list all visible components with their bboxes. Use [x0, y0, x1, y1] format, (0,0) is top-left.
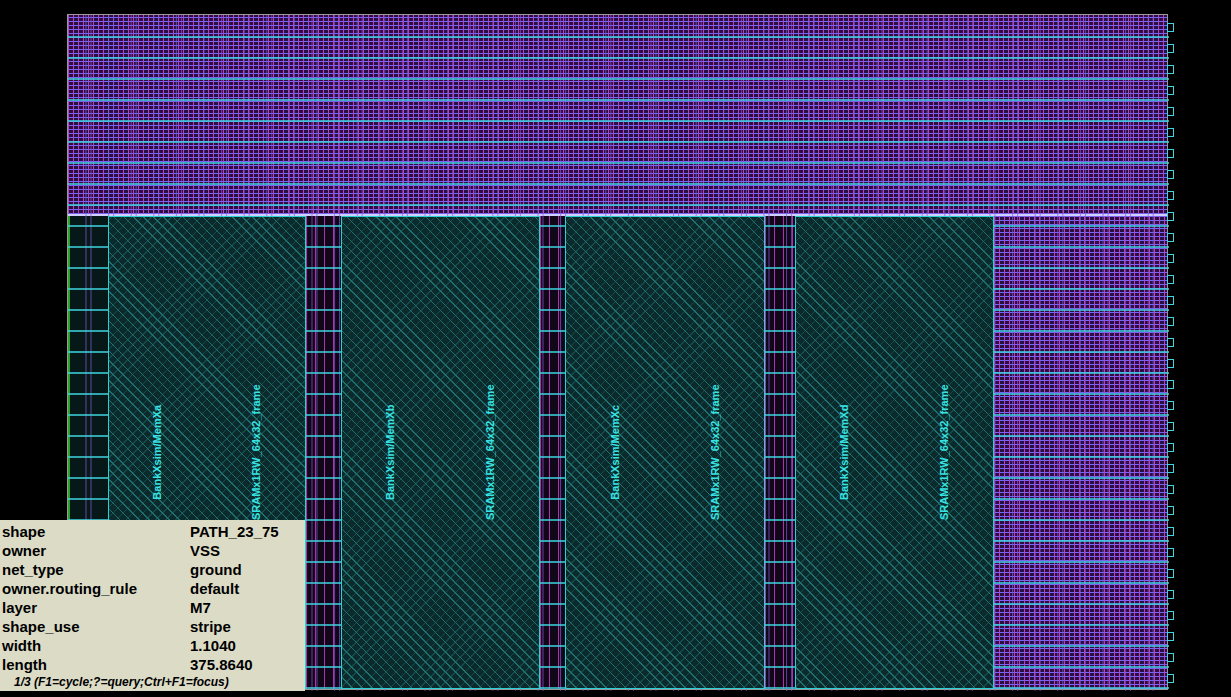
io-pin[interactable]	[1167, 632, 1174, 641]
property-value: 375.8640	[190, 655, 305, 674]
inspector-row: ownerVSS	[0, 541, 305, 560]
property-value: stripe	[190, 617, 305, 636]
inspector-footer: 1/3 (F1=cycle;?=query;Ctrl+F1=focus)	[0, 674, 305, 690]
io-pin[interactable]	[1167, 212, 1174, 221]
inspector-row: net_typeground	[0, 560, 305, 579]
io-pin[interactable]	[1167, 275, 1174, 284]
sram-macro[interactable]: BankXsim/MemXd SRAMx1RW_64x32_frame	[795, 216, 995, 689]
io-pin[interactable]	[1167, 128, 1174, 137]
io-pin[interactable]	[1167, 359, 1174, 368]
property-value: PATH_23_75	[190, 522, 305, 541]
property-value: VSS	[190, 541, 305, 560]
property-value: 1.1040	[190, 636, 305, 655]
macro-label: BankXsim/MemXb	[383, 405, 400, 500]
io-pin[interactable]	[1167, 590, 1174, 599]
io-pin[interactable]	[1167, 44, 1174, 53]
inspector-row: shape_usestripe	[0, 617, 305, 636]
io-pin[interactable]	[1167, 86, 1174, 95]
property-key: net_type	[0, 560, 190, 579]
sram-macro[interactable]: BankXsim/MemXb SRAMx1RW_64x32_frame	[341, 216, 541, 689]
channel-strip	[765, 216, 795, 689]
property-key: shape	[0, 522, 190, 541]
io-pin[interactable]	[1167, 464, 1174, 473]
standard-cell-region[interactable]	[994, 216, 1167, 689]
inspector-row: owner.routing_ruledefault	[0, 579, 305, 598]
io-pin[interactable]	[1167, 149, 1174, 158]
property-value: ground	[190, 560, 305, 579]
io-pin[interactable]	[1167, 23, 1174, 32]
property-key: shape_use	[0, 617, 190, 636]
macro-label: BankXsim/MemXa	[150, 405, 167, 500]
io-pin[interactable]	[1167, 674, 1174, 683]
macro-label: BankXsim/MemXc	[607, 405, 624, 500]
macro-label: SRAMx1RW_64x32_frame	[247, 385, 264, 521]
property-key: length	[0, 655, 190, 674]
sram-macro[interactable]: BankXsim/MemXc SRAMx1RW_64x32_frame	[565, 216, 765, 689]
io-pin[interactable]	[1167, 653, 1174, 662]
io-pin[interactable]	[1167, 569, 1174, 578]
io-pin[interactable]	[1167, 296, 1174, 305]
io-pin[interactable]	[1167, 65, 1174, 74]
property-value: M7	[190, 598, 305, 617]
property-key: layer	[0, 598, 190, 617]
io-pin[interactable]	[1167, 506, 1174, 515]
property-key: owner.routing_rule	[0, 579, 190, 598]
io-pin[interactable]	[1167, 422, 1174, 431]
io-pin[interactable]	[1167, 107, 1174, 116]
property-key: width	[0, 636, 190, 655]
io-pin[interactable]	[1167, 527, 1174, 536]
io-pin[interactable]	[1167, 317, 1174, 326]
macro-label: SRAMx1RW_64x32_frame	[706, 385, 723, 521]
inspector-row: length375.8640	[0, 655, 305, 674]
inspector-row: layerM7	[0, 598, 305, 617]
io-pin[interactable]	[1167, 380, 1174, 389]
io-pin[interactable]	[1167, 191, 1174, 200]
io-pin[interactable]	[1167, 443, 1174, 452]
io-pin[interactable]	[1167, 548, 1174, 557]
property-value: default	[190, 579, 305, 598]
macro-label: SRAMx1RW_64x32_frame	[481, 385, 498, 521]
macro-label: SRAMx1RW_64x32_frame	[936, 385, 953, 521]
inspector-row: shapePATH_23_75	[0, 522, 305, 541]
channel-strip	[306, 216, 341, 689]
inspector-row: width1.1040	[0, 636, 305, 655]
macro-label: BankXsim/MemXd	[837, 405, 854, 500]
io-pin[interactable]	[1167, 611, 1174, 620]
io-pin[interactable]	[1167, 170, 1174, 179]
pin-column	[1167, 15, 1175, 689]
standard-cell-region[interactable]	[68, 15, 1167, 216]
io-pin[interactable]	[1167, 338, 1174, 347]
io-pin[interactable]	[1167, 485, 1174, 494]
property-key: owner	[0, 541, 190, 560]
io-pin[interactable]	[1167, 254, 1174, 263]
layout-viewer: BankXsim/MemXaSRAMx1RW_64x32_frameBankXs…	[0, 0, 1231, 697]
io-pin[interactable]	[1167, 401, 1174, 410]
shape-inspector: shapePATH_23_75ownerVSSnet_typegroundown…	[0, 520, 305, 691]
io-pin[interactable]	[1167, 233, 1174, 242]
channel-strip	[540, 216, 565, 689]
